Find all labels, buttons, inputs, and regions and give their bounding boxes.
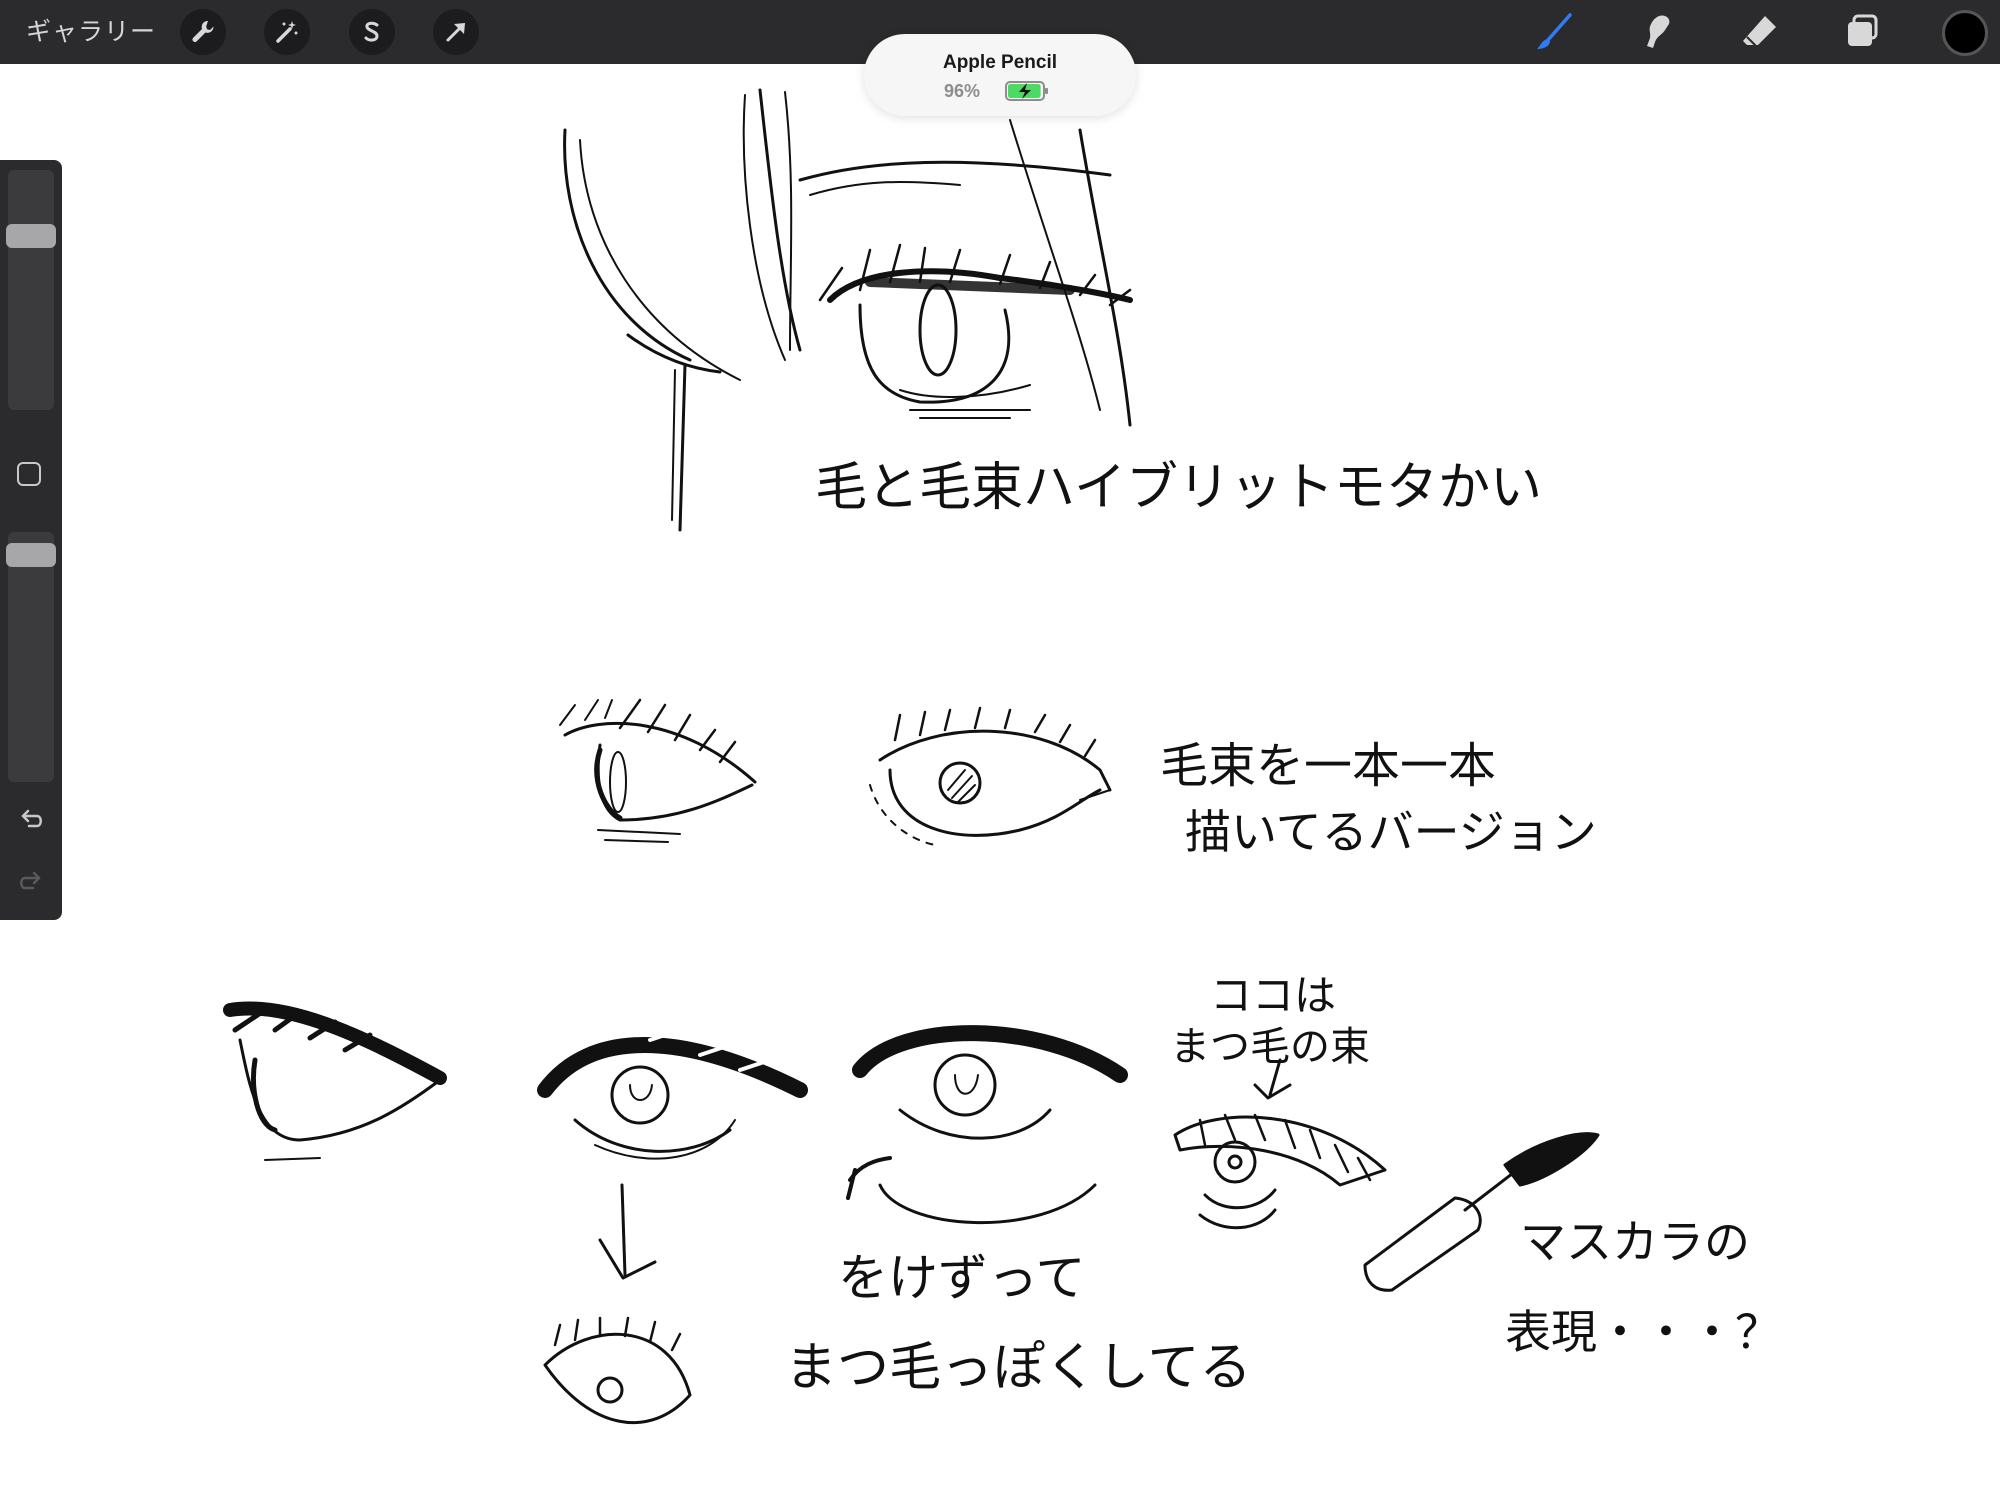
brush-icon (1537, 13, 1572, 49)
sketch-eye-side (559, 698, 757, 843)
note-scraped: をけずって (838, 1249, 1086, 1307)
magic-wand-icon (276, 21, 298, 43)
note-hybrid: 毛と毛束ハイブリットモタかい (815, 458, 1542, 518)
arrow-cursor-icon (446, 23, 465, 42)
drawing-canvas[interactable]: 毛と毛束ハイブリットモタかい 毛束を一本一本 描いてるバージョン ココは まつ毛… (0, 64, 2000, 1499)
note-here-line2: まつ毛の束 (1170, 1024, 1370, 1070)
sketch-eye-bold-front-2 (846, 1025, 1128, 1225)
layers-icon (1848, 14, 1878, 46)
eraser-button[interactable] (1736, 8, 1784, 56)
sketch-eye-front (869, 706, 1112, 846)
selection-s-icon (364, 21, 379, 42)
brush-button[interactable] (1530, 8, 1578, 56)
color-swatch[interactable] (1942, 10, 1988, 56)
selection-button[interactable] (349, 9, 395, 55)
note-individual-line2: 描いてるバージョン (1185, 805, 1597, 859)
note-mascara-line1: マスカラの (1520, 1215, 1750, 1269)
note-individual-line1: 毛束を一本一本 (1160, 738, 1496, 794)
sketch-eye-bold-front (537, 1028, 808, 1280)
sketch-eye-lash-clump (1173, 1058, 1387, 1230)
actions-button[interactable] (180, 9, 226, 55)
smudge-icon (1647, 15, 1670, 48)
adjustments-button[interactable] (264, 9, 310, 55)
smudge-button[interactable] (1633, 8, 1681, 56)
wrench-icon (192, 20, 214, 43)
sketch-simple-eye (543, 1316, 692, 1425)
eraser-icon (1743, 16, 1776, 47)
layers-button[interactable] (1838, 8, 1886, 56)
sketch-eye-bold-side (223, 1001, 447, 1161)
note-mascara-line2: 表現・・・？ (1505, 1305, 1781, 1359)
note-lashlike: まつ毛っぽくしてる (785, 1338, 1251, 1398)
transform-button[interactable] (433, 9, 479, 55)
gallery-button[interactable]: ギャラリー (26, 14, 156, 50)
note-here-line1: ココは (1210, 971, 1336, 1020)
